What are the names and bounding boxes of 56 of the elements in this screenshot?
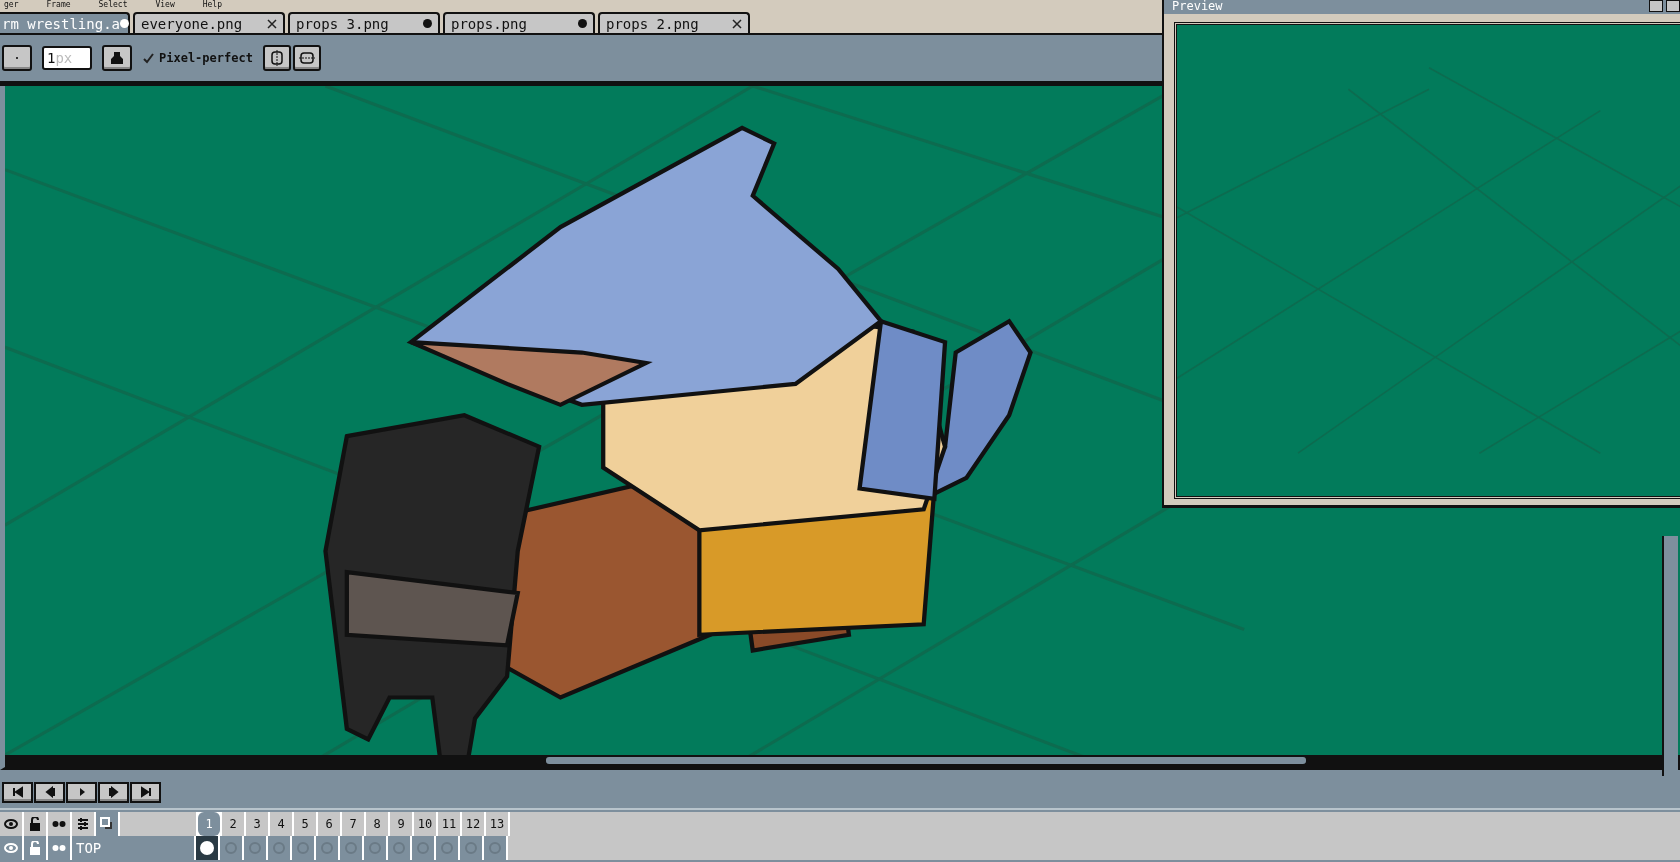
pixel-perfect-checkbox[interactable]: Pixel-perfect <box>142 51 253 65</box>
vertical-symmetry-button[interactable] <box>262 45 291 71</box>
window-title: Preview <box>1172 0 1223 12</box>
restore-button[interactable] <box>1666 0 1680 12</box>
frame-number[interactable]: 4 <box>270 812 292 836</box>
maximize-button[interactable] <box>1649 0 1663 12</box>
horizontal-scrollbar[interactable] <box>546 757 1306 764</box>
menu-item[interactable]: Select <box>98 0 128 9</box>
eye-icon[interactable] <box>0 812 22 836</box>
frame-number[interactable]: 3 <box>246 812 268 836</box>
frame-number[interactable]: 5 <box>294 812 316 836</box>
vertical-symmetry-icon <box>268 50 285 66</box>
unsaved-dot <box>423 19 432 28</box>
close-icon[interactable] <box>267 18 277 29</box>
close-icon[interactable] <box>732 18 742 29</box>
ink-bottle-icon <box>109 50 125 66</box>
menu-item[interactable]: Frame <box>46 0 71 9</box>
frame-number[interactable]: 8 <box>366 812 388 836</box>
next-frame-button[interactable] <box>98 781 129 803</box>
step-forward-icon <box>107 786 120 798</box>
horizontal-symmetry-icon <box>298 50 315 66</box>
link-cels-icon[interactable] <box>72 812 94 836</box>
menu-item[interactable]: Help <box>202 0 222 9</box>
brush-type-button[interactable] <box>2 45 32 71</box>
file-tab[interactable]: props.png <box>443 12 595 33</box>
step-back-icon <box>43 786 56 798</box>
skip-back-icon <box>11 786 24 798</box>
unsaved-dot <box>578 19 587 28</box>
first-frame-button[interactable] <box>2 781 33 803</box>
frame-number[interactable]: 2 <box>222 812 244 836</box>
frame-number[interactable]: 12 <box>462 812 484 836</box>
file-tab[interactable]: everyone.png <box>133 12 285 33</box>
layers-icon[interactable] <box>96 812 118 836</box>
file-tab[interactable]: props 3.png <box>288 12 440 33</box>
previous-frame-button[interactable] <box>34 781 65 803</box>
frame-number[interactable]: 10 <box>414 812 436 836</box>
vertical-scrollbar[interactable] <box>1662 536 1678 776</box>
file-tab[interactable]: props 2.png <box>598 12 750 33</box>
frame-number[interactable]: 13 <box>486 812 508 836</box>
play-button[interactable] <box>66 781 97 803</box>
frame-number[interactable]: 11 <box>438 812 460 836</box>
skip-forward-icon <box>139 786 152 798</box>
ink-button[interactable] <box>102 45 132 71</box>
onion-skin-icon[interactable] <box>48 812 70 836</box>
menu-item[interactable]: ger <box>4 0 19 9</box>
padlock-icon[interactable] <box>24 812 46 836</box>
last-frame-button[interactable] <box>130 781 161 803</box>
timeline-cel[interactable] <box>196 836 218 860</box>
frame-number[interactable]: 7 <box>342 812 364 836</box>
menu-item[interactable]: View <box>155 0 175 9</box>
brush-size-field[interactable]: 1px <box>42 46 92 70</box>
frame-number[interactable]: 6 <box>318 812 340 836</box>
unsaved-dot <box>120 19 129 28</box>
horizontal-symmetry-button[interactable] <box>292 45 321 71</box>
checkmark-icon <box>142 51 155 65</box>
frame-number[interactable]: 9 <box>390 812 412 836</box>
